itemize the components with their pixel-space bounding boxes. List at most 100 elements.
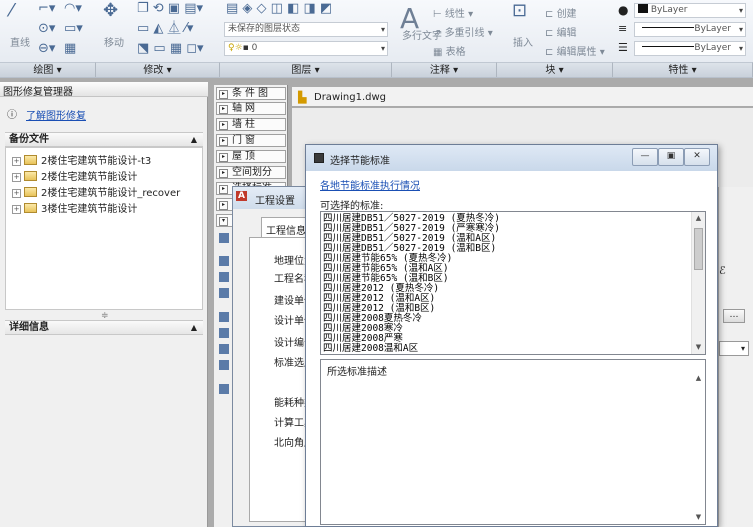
backup-files-title: 备份文件 bbox=[9, 134, 49, 145]
tool-icon bbox=[219, 360, 229, 370]
drawing-tab[interactable]: ▙ Drawing1.dwg bbox=[292, 87, 753, 107]
insert-block-icon[interactable]: ⊡ bbox=[512, 2, 527, 20]
annotation-panel-label[interactable]: 注释 ▾ bbox=[392, 62, 497, 77]
color-wheel-icon: ● bbox=[618, 3, 629, 17]
backup-files-header[interactable]: 备份文件 ▲ bbox=[5, 132, 203, 147]
backup-file-name: 2楼住宅建筑节能设计_recover bbox=[41, 188, 181, 199]
backup-file-item[interactable]: +2楼住宅建筑节能设计-t3 bbox=[12, 152, 151, 167]
learn-recovery-link[interactable]: 了解图形修复 bbox=[26, 107, 86, 122]
color-dropdown[interactable]: ByLayer ▾ bbox=[634, 3, 746, 18]
edit-attribute-button[interactable]: ⊏ 编辑属性 ▾ bbox=[545, 43, 605, 58]
tab-project-info-label: 工程信息 bbox=[266, 226, 306, 237]
tool-icon bbox=[219, 328, 229, 338]
palette-row-label: 墙柱 bbox=[232, 119, 258, 130]
table-label: 表格 bbox=[445, 47, 466, 58]
backup-file-name: 2楼住宅建筑节能设计-t3 bbox=[41, 156, 152, 167]
palette-row-label: 条件图 bbox=[232, 88, 271, 99]
lineweight-value: ByLayer bbox=[694, 43, 731, 53]
copy-icon[interactable]: ❐ ⟲ ▣ ▤▾ bbox=[137, 2, 203, 16]
linetype-icon: ≡ bbox=[618, 22, 628, 35]
palette-row-label: 空间划分 bbox=[232, 167, 272, 178]
multileader-label: 多重引线 bbox=[444, 28, 485, 39]
window-icon bbox=[314, 153, 324, 163]
lineweight-icon: ☰ bbox=[618, 41, 628, 54]
scroll-down-arrow[interactable]: ▼ bbox=[692, 341, 705, 354]
drawing-tab-label: Drawing1.dwg bbox=[314, 92, 386, 103]
close-button[interactable]: ✕ bbox=[684, 148, 710, 166]
linear-dim-button[interactable]: ⊢ 线性 ▾ bbox=[433, 5, 473, 20]
backup-file-item[interactable]: +3楼住宅建筑节能设计 bbox=[12, 200, 137, 215]
palette-titlebar[interactable]: 图形修复管理器 bbox=[0, 82, 208, 98]
layer-state-dropdown[interactable]: 未保存的图层状态 ▾ bbox=[224, 22, 388, 37]
arc-icon[interactable]: ◠▾ bbox=[64, 2, 82, 16]
edit-block-button[interactable]: ⊏ 编辑 bbox=[545, 24, 577, 39]
standard-dialog-titlebar[interactable]: 选择节能标准 — ▣ ✕ bbox=[306, 145, 717, 171]
backup-file-list: +2楼住宅建筑节能设计-t3 +2楼住宅建筑节能设计 +2楼住宅建筑节能设计_r… bbox=[5, 147, 203, 310]
standards-listbox[interactable]: 四川居建DB51／5027-2019 (夏热冬冷) 四川居建DB51／5027-… bbox=[320, 211, 706, 355]
move-tool-label[interactable]: 移动 bbox=[104, 34, 124, 49]
modify-panel-label[interactable]: 修改 ▾ bbox=[96, 62, 220, 77]
palette-row[interactable]: ▸ 屋顶 bbox=[216, 150, 286, 163]
edit-attribute-label: 编辑属性 bbox=[556, 47, 597, 58]
details-title: 详细信息 bbox=[9, 322, 49, 333]
palette-row[interactable]: ▸ 空间划分 bbox=[216, 166, 286, 179]
tool-icon bbox=[219, 256, 229, 266]
palette-row[interactable]: ▸ 门窗 bbox=[216, 134, 286, 147]
scroll-up-arrow[interactable]: ▲ bbox=[692, 212, 705, 225]
polyline-icon[interactable]: ⌐▾ bbox=[38, 2, 55, 16]
multileader-button[interactable]: ↗ 多重引线 ▾ bbox=[433, 24, 493, 39]
select-standard-dialog: 选择节能标准 — ▣ ✕ 各地节能标准执行情况 可选择的标准: 四川居建DB51… bbox=[305, 144, 718, 527]
palette-title: 图形修复管理器 bbox=[3, 87, 73, 98]
minimize-button[interactable]: — bbox=[632, 148, 658, 166]
ribbon: ⁄ 直线 ⌐▾ ◠▾ ⊙▾ ▭▾ ⊖▾ ▦ ✥ 移动 ❐ ⟲ ▣ ▤▾ ▭ ◭ … bbox=[0, 0, 753, 78]
lineweight-dropdown[interactable]: ByLayer ▾ bbox=[634, 41, 746, 56]
layer-panel-label[interactable]: 图层 ▾ bbox=[220, 62, 392, 77]
scroll-thumb[interactable] bbox=[694, 228, 703, 270]
properties-panel-label[interactable]: 特性 ▾ bbox=[613, 62, 753, 77]
backup-file-item[interactable]: +2楼住宅建筑节能设计_recover bbox=[12, 184, 180, 199]
background-dialog-edge: ℰ … ▾ bbox=[718, 187, 753, 527]
background-dropdown[interactable]: ▾ bbox=[719, 341, 749, 356]
standard-description-box[interactable]: 所选标准描述 ▲ ▼ bbox=[320, 359, 706, 525]
palette-row[interactable]: ▸ 条件图 bbox=[216, 87, 286, 100]
hatch-icon[interactable]: ▦ bbox=[64, 42, 76, 56]
info-icon: ⓘ bbox=[7, 110, 17, 121]
palette-row[interactable]: ▸ 墙柱 bbox=[216, 118, 286, 131]
layer-dropdown[interactable]: ♀☼▪ 0 ▾ bbox=[224, 41, 388, 56]
layer-tools-icon[interactable]: ▤ ◈ ◇ ◫ ◧ ◨ ◩ bbox=[226, 2, 332, 16]
app-logo-icon: A bbox=[236, 191, 247, 201]
mirror-icon[interactable]: ▭ ◭ ⏅ ⁄▾ bbox=[137, 22, 193, 36]
browse-button[interactable]: … bbox=[723, 309, 745, 323]
scroll-up-arrow[interactable]: ▲ bbox=[692, 372, 705, 385]
block-panel-label[interactable]: 块 ▾ bbox=[497, 62, 613, 77]
backup-file-item[interactable]: +2楼住宅建筑节能设计 bbox=[12, 168, 137, 183]
standard-option[interactable]: 四川居建2008温和A区 bbox=[323, 344, 418, 354]
circle-icon[interactable]: ⊙▾ bbox=[38, 22, 55, 36]
standard-dialog-title: 选择节能标准 bbox=[330, 156, 390, 167]
description-scrollbar[interactable]: ▲ ▼ bbox=[692, 372, 705, 524]
folder-icon bbox=[24, 187, 37, 197]
standards-scrollbar[interactable]: ▲ ▼ bbox=[691, 212, 705, 354]
palette-row-label: 屋顶 bbox=[232, 151, 258, 162]
create-block-button[interactable]: ⊏ 创建 bbox=[545, 5, 577, 20]
available-standards-label: 可选择的标准: bbox=[320, 201, 384, 212]
folder-icon bbox=[24, 171, 37, 181]
move-icon[interactable]: ✥ bbox=[103, 2, 118, 20]
line-icon[interactable]: ⁄ bbox=[10, 2, 13, 20]
ellipse-icon[interactable]: ⊖▾ bbox=[38, 42, 55, 56]
rectangle-icon[interactable]: ▭▾ bbox=[64, 22, 83, 36]
edit-block-label: 编辑 bbox=[556, 28, 577, 39]
insert-label[interactable]: 插入 bbox=[513, 34, 533, 49]
stretch-icon[interactable]: ⬔ ▭ ▦ ◻▾ bbox=[137, 42, 204, 56]
palette-row[interactable]: ▸ 轴网 bbox=[216, 102, 286, 115]
details-header[interactable]: 详细信息 ▲ bbox=[5, 320, 203, 335]
draw-panel-label[interactable]: 绘图 ▾ bbox=[0, 62, 96, 77]
scroll-down-arrow[interactable]: ▼ bbox=[692, 511, 705, 524]
maximize-button[interactable]: ▣ bbox=[658, 148, 684, 166]
drawing-file-icon: ▙ bbox=[298, 91, 307, 104]
standards-status-link[interactable]: 各地节能标准执行情况 bbox=[320, 177, 420, 192]
table-button[interactable]: ▦ 表格 bbox=[433, 43, 466, 58]
line-tool-label[interactable]: 直线 bbox=[10, 34, 30, 49]
linetype-dropdown[interactable]: ByLayer ▾ bbox=[634, 22, 746, 37]
layer-state-value: 未保存的图层状态 bbox=[228, 24, 301, 34]
